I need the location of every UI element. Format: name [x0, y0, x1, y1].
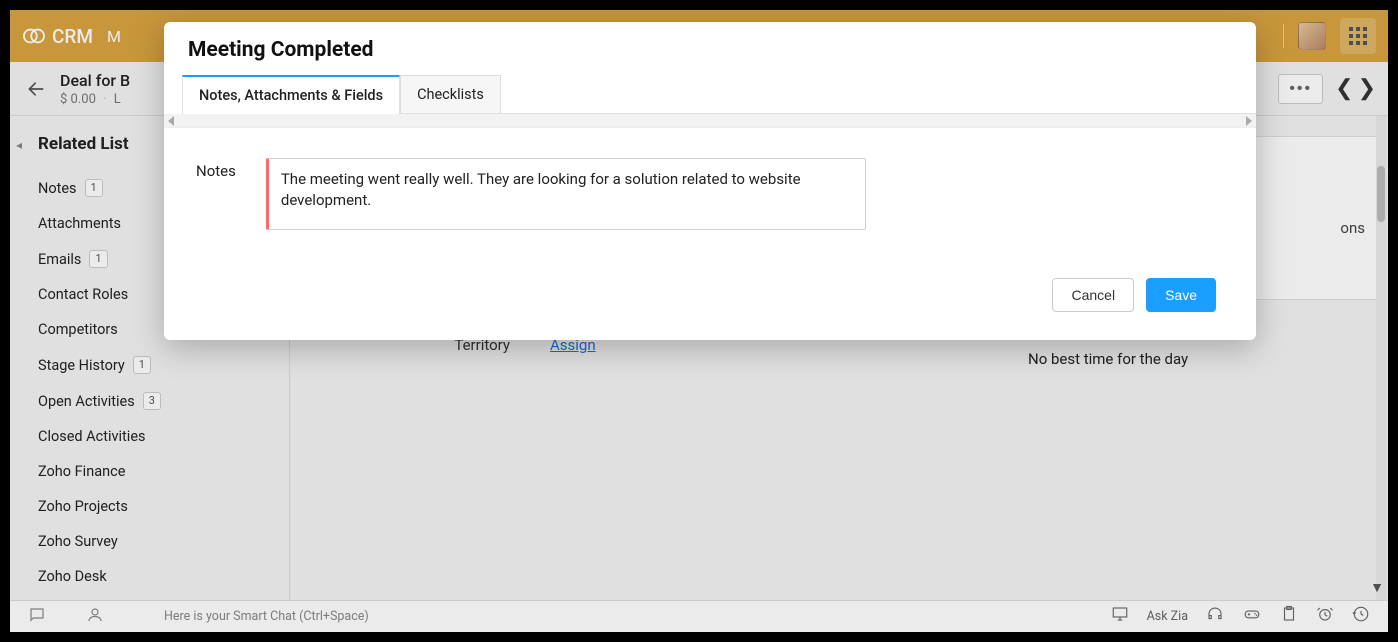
history-icon[interactable] — [1352, 605, 1370, 628]
modal-tabs: Notes, Attachments & Fields Checklists — [182, 74, 1256, 114]
sidebar-collapse-icon[interactable]: ◂ — [16, 138, 22, 152]
sidebar-item-label: Zoho Projects — [38, 498, 128, 515]
no-best-time-text: No best time for the day — [1028, 350, 1380, 368]
headset-icon[interactable] — [1206, 605, 1224, 628]
sidebar-item-label: Zoho Desk — [38, 568, 107, 585]
sidebar-item-label: Emails — [38, 251, 81, 268]
contacts-icon[interactable] — [86, 606, 104, 628]
clipboard-icon[interactable] — [1280, 605, 1298, 628]
sidebar-item-label: Zoho Survey — [38, 533, 118, 550]
tab-checklists[interactable]: Checklists — [400, 75, 501, 114]
count-badge: 1 — [133, 356, 151, 374]
next-record-button[interactable]: ❯ — [1358, 76, 1376, 101]
sidebar-item-stage-history[interactable]: Stage History 1 — [30, 347, 269, 383]
app-switcher-icon[interactable] — [1340, 18, 1376, 54]
sidebar-item-label: Zoho Finance — [38, 463, 125, 480]
sidebar-item-label: Closed Activities — [38, 428, 146, 445]
sidebar-item-zoho-finance[interactable]: Zoho Finance — [30, 454, 269, 489]
sidebar-item-label: Competitors — [38, 321, 118, 338]
topbar-menu-initial[interactable]: M — [107, 27, 121, 46]
gamepad-icon[interactable] — [1242, 605, 1262, 628]
scrollbar-thumb[interactable] — [1377, 166, 1385, 222]
more-actions-button[interactable]: ••• — [1278, 74, 1323, 104]
scrollbar[interactable] — [1376, 116, 1386, 600]
prev-record-button[interactable]: ❮ — [1335, 76, 1353, 101]
deal-subtitle: $ 0.00 · L — [60, 92, 130, 107]
notes-label: Notes — [196, 162, 236, 230]
sidebar-item-label: Stage History — [38, 357, 125, 374]
sidebar-item-zoho-survey[interactable]: Zoho Survey — [30, 524, 269, 559]
status-bar: Here is your Smart Chat (Ctrl+Space) Ask… — [10, 600, 1388, 632]
monitor-icon[interactable] — [1111, 605, 1129, 628]
cancel-button[interactable]: Cancel — [1052, 278, 1134, 312]
tab-notes-attachments-fields[interactable]: Notes, Attachments & Fields — [182, 75, 400, 114]
app-name: CRM — [52, 25, 93, 48]
sidebar-item-zoho-projects[interactable]: Zoho Projects — [30, 489, 269, 524]
sidebar-item-label: Attachments — [38, 215, 121, 232]
notes-input[interactable] — [266, 158, 866, 230]
back-button[interactable] — [22, 75, 50, 103]
meeting-completed-modal: Meeting Completed Notes, Attachments & F… — [164, 22, 1256, 340]
topbar-divider — [1283, 24, 1284, 48]
app-logo[interactable]: CRM — [22, 24, 93, 48]
sidebar-item-label: Notes — [38, 180, 77, 197]
smart-chat-hint[interactable]: Here is your Smart Chat (Ctrl+Space) — [164, 609, 369, 624]
sidebar-item-zoho-desk[interactable]: Zoho Desk — [30, 559, 269, 594]
ask-zia-link[interactable]: Ask Zia — [1147, 609, 1188, 624]
deal-title: Deal for B — [60, 71, 130, 90]
expand-down-icon[interactable]: ▼ — [1370, 579, 1384, 596]
count-badge: 1 — [85, 179, 103, 197]
crm-logo-icon — [22, 24, 46, 48]
horizontal-scroll-strip[interactable] — [164, 114, 1256, 128]
count-badge: 3 — [143, 392, 161, 410]
sidebar-item-closed-activities[interactable]: Closed Activities — [30, 419, 269, 454]
avatar[interactable] — [1298, 22, 1326, 50]
sidebar-item-open-activities[interactable]: Open Activities 3 — [30, 383, 269, 419]
modal-title: Meeting Completed — [164, 22, 1256, 74]
chat-icon[interactable] — [28, 606, 46, 628]
sidebar-item-label: Open Activities — [38, 393, 135, 410]
save-button[interactable]: Save — [1146, 278, 1216, 312]
sidebar-item-label: Contact Roles — [38, 286, 128, 303]
alarm-icon[interactable] — [1316, 605, 1334, 628]
count-badge: 1 — [89, 250, 107, 268]
